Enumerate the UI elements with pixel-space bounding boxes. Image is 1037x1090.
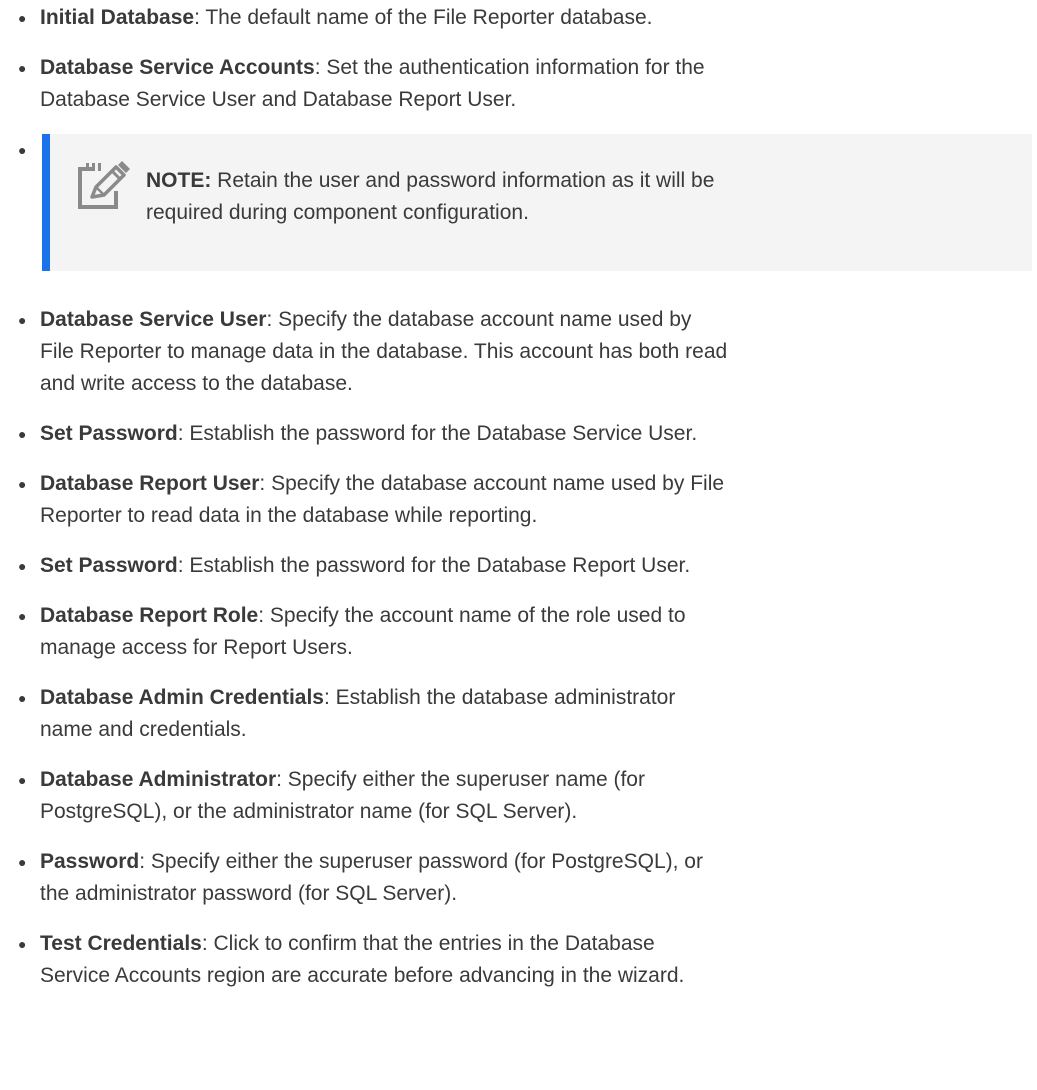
term-database-report-role: Database Report Role (40, 604, 259, 627)
description: : Specify either the superuser password … (40, 850, 703, 905)
term-initial-database: Initial Database (40, 6, 195, 29)
list-item-text: Database Admin Credentials: Establish th… (40, 682, 730, 746)
bullet: ● (18, 608, 27, 624)
description: : Establish the password for the Databas… (177, 422, 698, 445)
list-item: ● Database Report Role: Specify the acco… (0, 600, 1037, 664)
note-text: NOTE: Retain the user and password infor… (146, 165, 756, 229)
term-set-password: Set Password (40, 422, 178, 445)
term-database-administrator: Database Administrator (40, 768, 277, 791)
list-item-text: Database Service Accounts: Set the authe… (40, 52, 730, 116)
note-body: Retain the user and password information… (146, 169, 715, 224)
list-item: ● Initial Database: The default name of … (0, 2, 1037, 34)
term-database-service-accounts: Database Service Accounts (40, 56, 315, 79)
list-item: ● Database Report User: Specify the data… (0, 468, 1037, 532)
document-page: ● Initial Database: The default name of … (0, 0, 1037, 1090)
term-database-admin-credentials: Database Admin Credentials (40, 686, 324, 709)
term-set-password: Set Password (40, 554, 178, 577)
list-item-text: Database Report Role: Specify the accoun… (40, 600, 730, 664)
list-item-text: Password: Specify either the superuser p… (40, 846, 730, 910)
bullet: ● (18, 690, 27, 706)
list-item-text: Set Password: Establish the password for… (40, 418, 730, 450)
list-item-text: Database Report User: Specify the databa… (40, 468, 730, 532)
bullet: ● (18, 772, 27, 788)
list-item: ● Test Credentials: Click to confirm tha… (0, 928, 1037, 992)
list-item: ● Database Administrator: Specify either… (0, 764, 1037, 828)
list-item-text: Database Service User: Specify the datab… (40, 304, 730, 400)
term-database-report-user: Database Report User (40, 472, 260, 495)
bullet: ● (18, 854, 27, 870)
bullet: ● (18, 10, 27, 26)
description: : Establish the password for the Databas… (177, 554, 691, 577)
note-pencil-icon (78, 161, 130, 209)
bullet: ● (18, 312, 27, 328)
term-database-service-user: Database Service User (40, 308, 267, 331)
term-test-credentials: Test Credentials (40, 932, 202, 955)
definition-list: ● Initial Database: The default name of … (0, 2, 1037, 992)
list-item: ● Password: Specify either the superuser… (0, 846, 1037, 910)
description: : The default name of the File Reporter … (194, 6, 653, 29)
bullet: ● (18, 936, 27, 952)
list-item: ● Database Service User: Specify the dat… (0, 304, 1037, 400)
list-item-text: Initial Database: The default name of th… (40, 2, 730, 34)
bullet: ● (18, 558, 27, 574)
list-item: ● Set Password: Establish the password f… (0, 550, 1037, 582)
list-item-note: ● NOTE: Retain the user and password inf… (0, 134, 1037, 271)
note-label: NOTE: (146, 169, 212, 192)
list-item: ● Database Admin Credentials: Establish … (0, 682, 1037, 746)
list-item-text: Test Credentials: Click to confirm that … (40, 928, 730, 992)
bullet: ● (18, 60, 27, 76)
term-password: Password (40, 850, 140, 873)
list-item-text: Set Password: Establish the password for… (40, 550, 730, 582)
list-item-text: Database Administrator: Specify either t… (40, 764, 730, 828)
list-item: ● Database Service Accounts: Set the aut… (0, 52, 1037, 116)
bullet: ● (18, 426, 27, 442)
bullet: ● (18, 476, 27, 492)
bullet: ● (18, 142, 27, 158)
list-item: ● Set Password: Establish the password f… (0, 418, 1037, 450)
note-callout: NOTE: Retain the user and password infor… (42, 134, 1032, 271)
